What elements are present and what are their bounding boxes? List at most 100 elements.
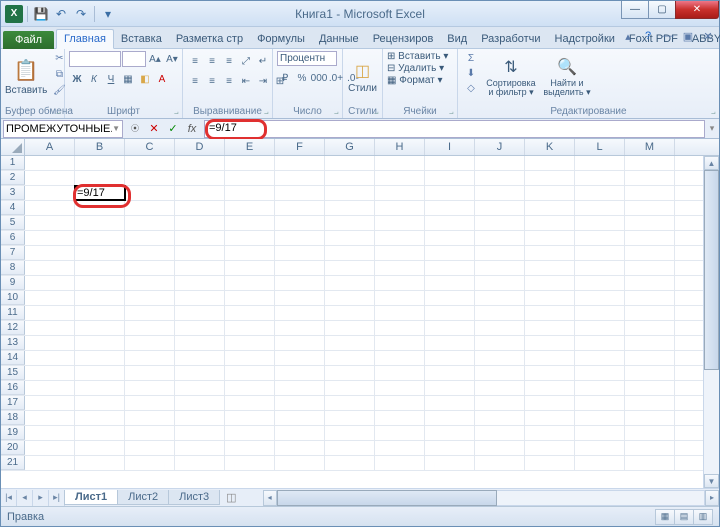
hscroll-thumb[interactable]: [277, 490, 497, 506]
column-header-E[interactable]: E: [225, 139, 275, 155]
fill-button[interactable]: ⬇: [462, 66, 480, 80]
italic-button[interactable]: К: [86, 71, 102, 87]
cell-L3[interactable]: [575, 186, 625, 200]
cell-F14[interactable]: [275, 351, 325, 365]
horizontal-scrollbar[interactable]: ◂ ▸: [263, 490, 719, 506]
cell-G18[interactable]: [325, 411, 375, 425]
cell-M17[interactable]: [625, 396, 675, 410]
cell-E17[interactable]: [225, 396, 275, 410]
cell-J2[interactable]: [475, 171, 525, 185]
cell-H17[interactable]: [375, 396, 425, 410]
cell-M3[interactable]: [625, 186, 675, 200]
increase-indent-button[interactable]: ⇥: [255, 73, 271, 89]
cell-K18[interactable]: [525, 411, 575, 425]
vertical-scrollbar[interactable]: ▲ ▼: [703, 156, 719, 488]
cell-D13[interactable]: [175, 336, 225, 350]
cell-D7[interactable]: [175, 246, 225, 260]
cell-C16[interactable]: [125, 381, 175, 395]
font-name-combo[interactable]: [69, 51, 121, 67]
cell-G3[interactable]: [325, 186, 375, 200]
percent-button[interactable]: %: [294, 70, 310, 86]
cell-C19[interactable]: [125, 426, 175, 440]
cell-H4[interactable]: [375, 201, 425, 215]
cell-C17[interactable]: [125, 396, 175, 410]
column-header-L[interactable]: L: [575, 139, 625, 155]
cell-A13[interactable]: [25, 336, 75, 350]
cell-K3[interactable]: [525, 186, 575, 200]
cell-C10[interactable]: [125, 291, 175, 305]
column-header-I[interactable]: I: [425, 139, 475, 155]
format-cells-button[interactable]: ▦ Формат ▾: [387, 75, 443, 86]
cell-F3[interactable]: [275, 186, 325, 200]
currency-button[interactable]: ₽: [277, 70, 293, 86]
cell-M12[interactable]: [625, 321, 675, 335]
cell-L4[interactable]: [575, 201, 625, 215]
cell-H14[interactable]: [375, 351, 425, 365]
row-header-10[interactable]: 10: [1, 291, 25, 305]
sheet-tab-1[interactable]: Лист1: [64, 490, 118, 505]
cell-H1[interactable]: [375, 156, 425, 170]
view-layout-button[interactable]: ▤: [674, 509, 694, 525]
cell-D18[interactable]: [175, 411, 225, 425]
cell-K4[interactable]: [525, 201, 575, 215]
cancel-formula-button[interactable]: ✕: [145, 121, 163, 137]
align-right-button[interactable]: ≡: [221, 73, 237, 89]
cell-A7[interactable]: [25, 246, 75, 260]
cell-I2[interactable]: [425, 171, 475, 185]
name-box[interactable]: ПРОМЕЖУТОЧНЫЕ.... ▼: [3, 120, 123, 138]
cell-B9[interactable]: [75, 276, 125, 290]
column-header-A[interactable]: A: [25, 139, 75, 155]
cell-D20[interactable]: [175, 441, 225, 455]
cell-B1[interactable]: [75, 156, 125, 170]
column-header-B[interactable]: B: [75, 139, 125, 155]
cell-B8[interactable]: [75, 261, 125, 275]
cell-M20[interactable]: [625, 441, 675, 455]
tab-nav-first[interactable]: |◂: [1, 490, 17, 506]
cell-B4[interactable]: [75, 201, 125, 215]
cell-C9[interactable]: [125, 276, 175, 290]
cell-C15[interactable]: [125, 366, 175, 380]
cell-K11[interactable]: [525, 306, 575, 320]
cell-D3[interactable]: [175, 186, 225, 200]
qat-customize[interactable]: ▾: [99, 5, 117, 23]
cell-E21[interactable]: [225, 456, 275, 470]
cell-F9[interactable]: [275, 276, 325, 290]
cell-J19[interactable]: [475, 426, 525, 440]
row-header-12[interactable]: 12: [1, 321, 25, 335]
new-sheet-button[interactable]: ◫: [220, 490, 242, 505]
cell-F2[interactable]: [275, 171, 325, 185]
cell-J5[interactable]: [475, 216, 525, 230]
doc-minimize-icon[interactable]: —: [661, 30, 675, 43]
cell-E10[interactable]: [225, 291, 275, 305]
cell-B5[interactable]: [75, 216, 125, 230]
cell-M10[interactable]: [625, 291, 675, 305]
fill-color-button[interactable]: ◧: [137, 71, 153, 87]
align-left-button[interactable]: ≡: [187, 73, 203, 89]
row-header-16[interactable]: 16: [1, 381, 25, 395]
font-color-button[interactable]: A: [154, 71, 170, 87]
cell-J15[interactable]: [475, 366, 525, 380]
cell-K12[interactable]: [525, 321, 575, 335]
cell-J9[interactable]: [475, 276, 525, 290]
cell-J16[interactable]: [475, 381, 525, 395]
cell-M21[interactable]: [625, 456, 675, 470]
cell-K17[interactable]: [525, 396, 575, 410]
cell-B6[interactable]: [75, 231, 125, 245]
cell-L2[interactable]: [575, 171, 625, 185]
cell-G6[interactable]: [325, 231, 375, 245]
cell-L5[interactable]: [575, 216, 625, 230]
doc-close-icon[interactable]: ✕: [701, 30, 715, 43]
cell-E19[interactable]: [225, 426, 275, 440]
cell-I10[interactable]: [425, 291, 475, 305]
cell-K21[interactable]: [525, 456, 575, 470]
cell-H12[interactable]: [375, 321, 425, 335]
cell-D19[interactable]: [175, 426, 225, 440]
row-header-15[interactable]: 15: [1, 366, 25, 380]
cell-D6[interactable]: [175, 231, 225, 245]
tab-page-layout[interactable]: Разметка стр: [169, 30, 250, 48]
cell-A11[interactable]: [25, 306, 75, 320]
cell-I12[interactable]: [425, 321, 475, 335]
cell-D8[interactable]: [175, 261, 225, 275]
cell-D14[interactable]: [175, 351, 225, 365]
column-header-K[interactable]: K: [525, 139, 575, 155]
